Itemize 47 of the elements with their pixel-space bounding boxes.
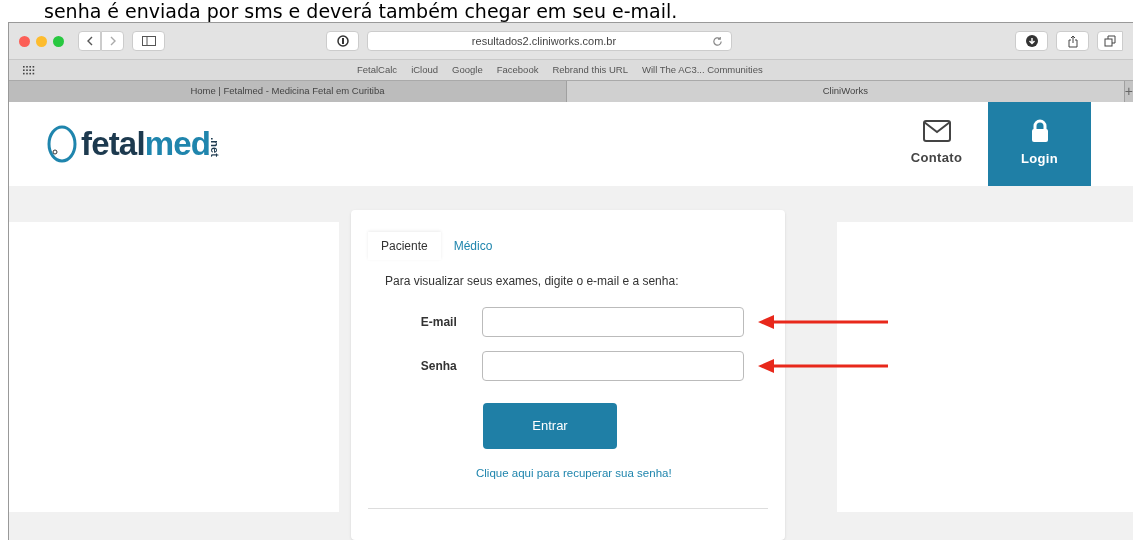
tabs-button[interactable] — [1097, 31, 1123, 51]
bookmark-link[interactable]: Google — [452, 62, 483, 78]
nav-item[interactable]: Contato — [885, 102, 988, 186]
login-tab[interactable]: Paciente — [368, 232, 441, 260]
grid-icon[interactable] — [23, 65, 35, 75]
submit-button[interactable]: Entrar — [483, 403, 617, 449]
caption-text: senha é enviada por sms e deverá também chegar em seu e-mail. — [44, 1, 678, 21]
input-field[interactable] — [481, 351, 744, 381]
forward-button[interactable] — [101, 31, 124, 51]
minimize-icon[interactable] — [36, 35, 47, 47]
nav-item[interactable]: Login — [988, 102, 1091, 186]
login-tab[interactable]: Médico — [440, 232, 506, 260]
logo-icon — [47, 125, 77, 163]
share-icon — [1066, 34, 1079, 48]
instruction-text: Para visualizar seus exames, digite o e-mail e a senha: — [385, 273, 680, 290]
address-bar[interactable]: resultados2.cliniworks.com.br — [367, 31, 732, 51]
input-field[interactable] — [481, 307, 744, 337]
envelope-icon — [922, 120, 951, 143]
sidebar-button[interactable] — [132, 31, 165, 51]
chevron-left-icon — [86, 36, 93, 46]
browser-tab[interactable]: CliniWorks — [566, 81, 1125, 102]
tabs-icon — [1104, 35, 1116, 47]
bookmark-link[interactable]: iCloud — [411, 62, 439, 78]
arrow-icon — [758, 358, 888, 374]
bookmark-link[interactable]: FetalCalc — [357, 62, 398, 78]
bookmark-link[interactable]: Facebook — [496, 62, 539, 78]
new-tab-button[interactable]: + — [1124, 81, 1133, 102]
back-button[interactable] — [78, 31, 101, 51]
field-label: E-mail — [419, 314, 457, 331]
field-label: Senha — [419, 358, 457, 375]
download-icon — [1025, 35, 1038, 47]
download-button[interactable] — [1015, 31, 1048, 51]
share-button[interactable] — [1056, 31, 1089, 51]
browser-tab[interactable]: Home | Fetalmed - Medicina Fetal em Curitiba — [9, 81, 567, 102]
bookmark-link[interactable]: Will The AC3... Communities — [641, 62, 763, 78]
bookmark-link[interactable]: Rebrand this URL — [552, 62, 628, 78]
chevron-right-icon — [109, 36, 116, 46]
close-icon[interactable] — [19, 35, 30, 47]
password-button[interactable] — [326, 31, 359, 51]
recover-password-link[interactable]: Clique aqui para recuperar sua senha! — [476, 465, 768, 483]
sidebar-icon — [141, 36, 156, 46]
lock-icon — [1029, 119, 1050, 144]
key-icon — [336, 35, 349, 47]
maximize-icon[interactable] — [53, 35, 64, 47]
reload-icon[interactable] — [712, 35, 723, 47]
logo[interactable]: fetalmed .net — [47, 119, 223, 169]
arrow-icon — [758, 314, 888, 330]
